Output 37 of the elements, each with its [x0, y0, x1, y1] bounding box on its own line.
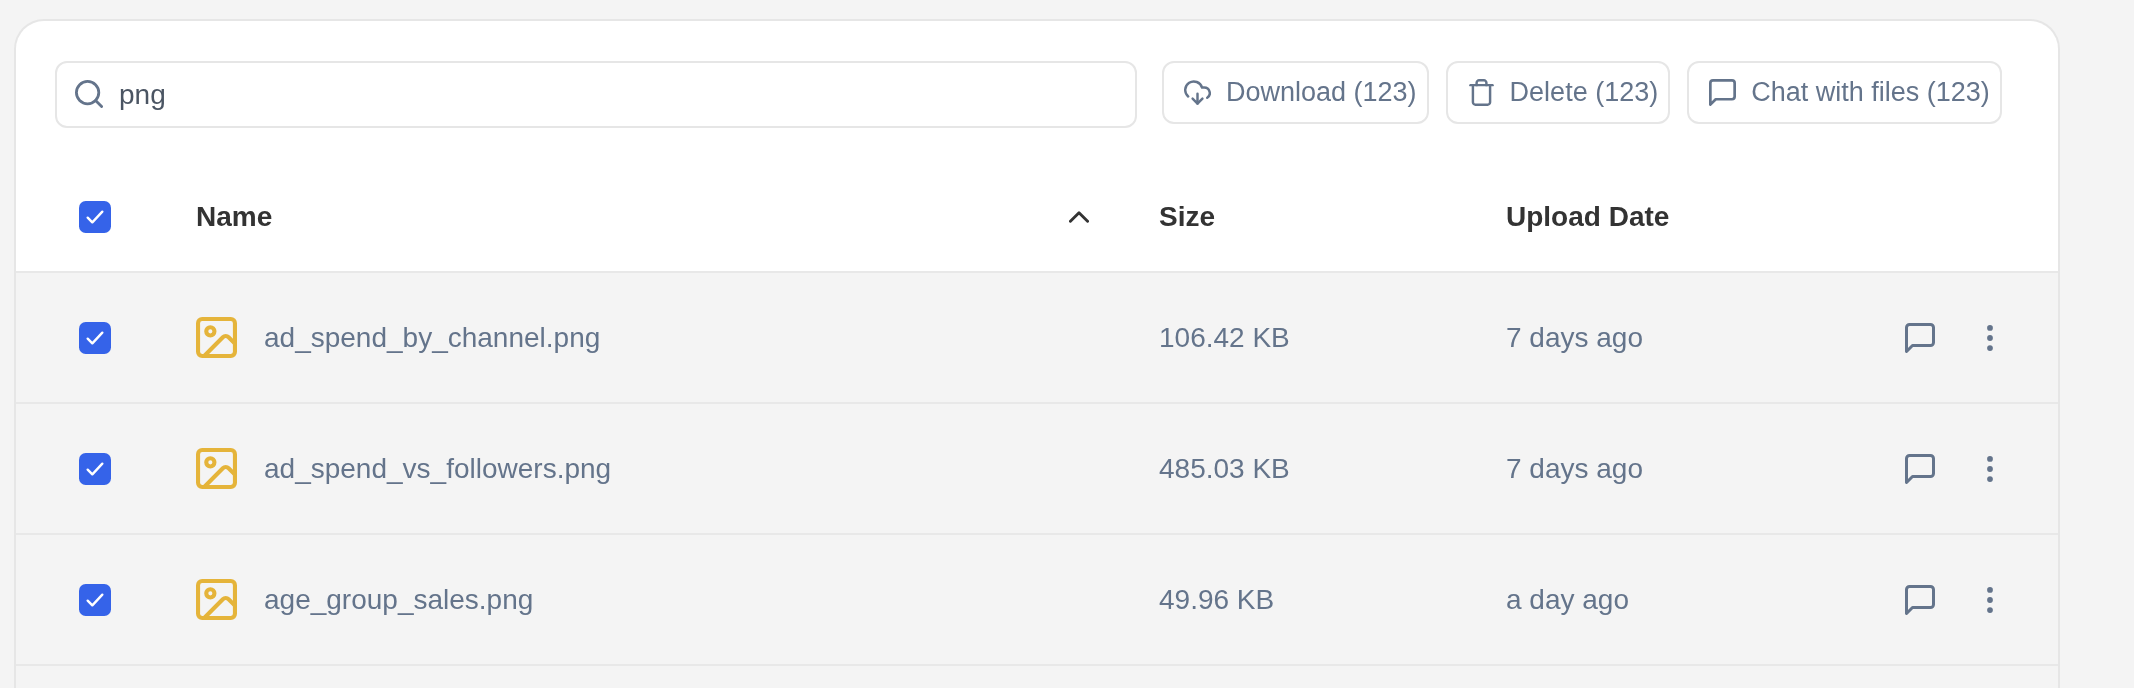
chat-bubble-icon — [1709, 79, 1737, 106]
more-options-icon[interactable] — [1987, 455, 1993, 482]
select-all-checkbox[interactable] — [79, 201, 111, 233]
file-name[interactable]: age_group_sales.png — [264, 578, 534, 621]
file-name[interactable]: ad_spend_by_channel.png — [264, 316, 601, 359]
column-header[interactable]: Name — [196, 196, 273, 238]
file-row[interactable]: ad_spend_by_channel.png 106.42 KB 7 days ago — [16, 273, 2058, 404]
column-header[interactable]: Upload Date — [1506, 196, 1670, 238]
image-icon — [196, 317, 237, 358]
file-size: 49.96 KB — [1159, 583, 1275, 615]
column-header[interactable]: Size — [1159, 196, 1216, 238]
file-size: 485.03 KB — [1159, 452, 1290, 484]
cloud-download-icon — [1184, 79, 1211, 106]
search-icon — [75, 80, 103, 108]
file-row[interactable]: age_group_sales.png 49.96 KB a day ago — [16, 535, 2058, 666]
delete-button[interactable]: Delete (123) — [1445, 61, 1671, 124]
chat-bubble-icon[interactable] — [1905, 584, 1935, 615]
file-name[interactable]: ad_spend_vs_followers.png — [264, 447, 612, 490]
image-icon — [196, 579, 237, 620]
caret-up-icon[interactable] — [1069, 211, 1089, 223]
chat-bubble-icon[interactable] — [1905, 453, 1935, 484]
chat-button[interactable]: Chat with files (123) — [1687, 61, 2002, 124]
upload-date: a day ago — [1506, 583, 1629, 615]
file-size: 106.42 KB — [1159, 321, 1290, 353]
download-button[interactable]: Download (123) — [1162, 61, 1429, 124]
image-icon — [196, 448, 237, 489]
search-field[interactable]: png — [55, 61, 1137, 128]
file-row[interactable]: ad_spend_vs_followers.png 485.03 KB 7 days ago — [16, 404, 2058, 535]
trash-icon — [1467, 79, 1495, 106]
more-options-icon[interactable] — [1987, 586, 1993, 613]
upload-date: 7 days ago — [1506, 321, 1643, 353]
row-checkbox[interactable] — [79, 452, 111, 485]
row-checkbox[interactable] — [79, 321, 111, 354]
row-checkbox[interactable] — [79, 583, 111, 616]
chat-bubble-icon[interactable] — [1905, 322, 1935, 353]
more-options-icon[interactable] — [1987, 324, 1993, 351]
upload-date: 7 days ago — [1506, 452, 1643, 484]
